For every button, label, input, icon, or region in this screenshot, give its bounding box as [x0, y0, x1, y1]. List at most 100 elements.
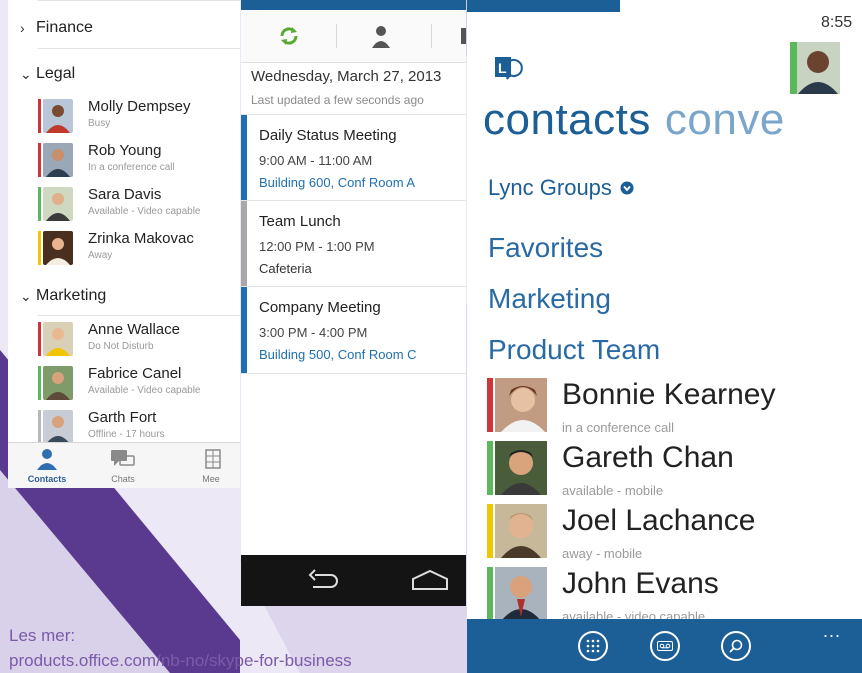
chevron-down-icon: ⌄ [20, 287, 32, 304]
voicemail-icon [657, 641, 673, 651]
presence-indicator [38, 366, 41, 400]
meeting-color-bar [241, 201, 247, 287]
tab-chats[interactable]: Chats [88, 443, 158, 488]
pivot-conversations[interactable]: conve [665, 95, 785, 144]
avatar [495, 567, 547, 621]
presence-indicator [487, 378, 493, 432]
avatar [43, 187, 73, 221]
contact-row[interactable]: Gareth Chan available - mobile [487, 441, 857, 501]
chevron-down-icon: ⌄ [20, 65, 32, 82]
contact-name: Joel Lachance [562, 504, 756, 537]
avatar [43, 99, 73, 133]
avatar [43, 322, 73, 356]
contact-status: Available - Video capable [88, 385, 201, 396]
android-meetings-screen: Wednesday, March 27, 2013 Last updated a… [241, 0, 466, 606]
contact-name: Fabrice Canel [88, 365, 182, 382]
person-icon [372, 26, 390, 48]
group-label: Finance [36, 19, 93, 36]
contact-name: Rob Young [88, 142, 162, 159]
calendar-icon [205, 449, 221, 469]
presence-indicator [38, 143, 41, 177]
pivot-contacts[interactable]: contacts [483, 95, 651, 144]
contact-row[interactable]: Rob Young In a conference call [38, 140, 240, 183]
groups-label: Lync Groups [488, 175, 612, 200]
contact-row[interactable]: Anne Wallace Do Not Disturb [38, 319, 240, 362]
divider [38, 315, 240, 316]
sync-icon [280, 27, 298, 45]
presence-indicator [38, 99, 41, 133]
contact-status: away - mobile [562, 546, 643, 561]
contact-status: In a conference call [88, 162, 175, 173]
divider [431, 24, 432, 48]
footer-label: Les mer: [9, 626, 76, 645]
presence-indicator [487, 441, 493, 495]
windows-phone-screen: 8:55 L contacts conve Lync Groups Favorit… [467, 0, 862, 673]
divider [38, 48, 240, 49]
contact-name: John Evans [562, 567, 719, 600]
presence-indicator [38, 322, 41, 356]
meeting-time: 9:00 AM - 11:00 AM [259, 153, 373, 168]
top-strip [467, 0, 620, 12]
contact-row[interactable]: Sara Davis Available - Video capable [38, 184, 240, 227]
meeting-location-link[interactable]: Building 600, Conf Room A [259, 175, 415, 190]
chat-icon [111, 450, 135, 466]
dialpad-button[interactable] [578, 631, 608, 661]
contact-row[interactable]: Joel Lachance away - mobile [487, 504, 857, 564]
contact-row[interactable]: John Evans available - video capable [487, 567, 857, 627]
my-avatar[interactable] [790, 42, 840, 94]
meeting-color-bar [241, 287, 247, 373]
contact-row[interactable]: Bonnie Kearney in a conference call [487, 378, 857, 438]
dialpad-icon [586, 639, 600, 653]
group-marketing[interactable]: Marketing [488, 283, 611, 315]
person-icon [37, 449, 57, 470]
presence-indicator [487, 567, 493, 621]
contact-row[interactable]: Zrinka Makovac Away [38, 228, 240, 271]
contact-status: Available - Video capable [88, 206, 201, 217]
voicemail-button[interactable] [650, 631, 680, 661]
avatar [43, 410, 73, 444]
tab-calendar[interactable] [436, 10, 466, 62]
bottom-tab-bar: Contacts Chats Mee [8, 442, 240, 488]
contact-name: Bonnie Kearney [562, 378, 776, 411]
tab-sync[interactable] [241, 10, 316, 62]
meeting-location-link[interactable]: Building 500, Conf Room C [259, 347, 417, 362]
tab-meetings[interactable]: Mee [176, 443, 240, 488]
more-menu[interactable]: ... [823, 621, 841, 642]
contact-status: Busy [88, 118, 111, 129]
contact-row[interactable]: Fabrice Canel Available - Video capable [38, 363, 240, 406]
avatar [43, 143, 73, 177]
contact-name: Molly Dempsey [88, 98, 191, 115]
contact-name: Gareth Chan [562, 441, 734, 474]
home-icon[interactable] [411, 569, 449, 591]
meeting-color-bar [241, 115, 247, 201]
group-marketing[interactable]: ⌄ Marketing [20, 287, 106, 305]
avatar [43, 366, 73, 400]
last-updated: Last updated a few seconds ago [251, 93, 424, 107]
avatar [495, 504, 547, 558]
chevron-down-icon [620, 181, 634, 195]
meeting-item[interactable]: Company Meeting 3:00 PM - 4:00 PM Buildi… [241, 286, 466, 374]
presence-indicator [487, 504, 493, 558]
search-button[interactable] [721, 631, 751, 661]
group-finance[interactable]: › Finance [20, 19, 93, 37]
lync-groups-selector[interactable]: Lync Groups [488, 175, 634, 201]
tab-label: Mee [202, 474, 220, 484]
meeting-item[interactable]: Team Lunch 12:00 PM - 1:00 PM Cafeteria [241, 200, 466, 287]
contact-row[interactable]: Molly Dempsey Busy [38, 96, 240, 139]
status-clock: 8:55 [821, 14, 853, 31]
contact-status: Offline - 17 hours [88, 429, 165, 440]
calendar-icon [461, 28, 466, 44]
group-product-team[interactable]: Product Team [488, 334, 660, 366]
back-icon[interactable] [307, 569, 341, 593]
search-icon [729, 639, 743, 653]
meeting-title: Company Meeting [259, 299, 381, 316]
group-favorites[interactable]: Favorites [488, 232, 603, 264]
meeting-item[interactable]: Daily Status Meeting 9:00 AM - 11:00 AM … [241, 114, 466, 201]
group-legal[interactable]: ⌄ Legal [20, 65, 75, 83]
divider [336, 24, 337, 48]
contact-name: Anne Wallace [88, 321, 180, 338]
footer-link[interactable]: products.office.com/nb-no/skype-for-busi… [9, 651, 352, 671]
tab-contacts[interactable]: Contacts [12, 443, 82, 488]
lync-logo-icon: L [495, 57, 523, 80]
tab-contacts[interactable] [341, 10, 416, 62]
